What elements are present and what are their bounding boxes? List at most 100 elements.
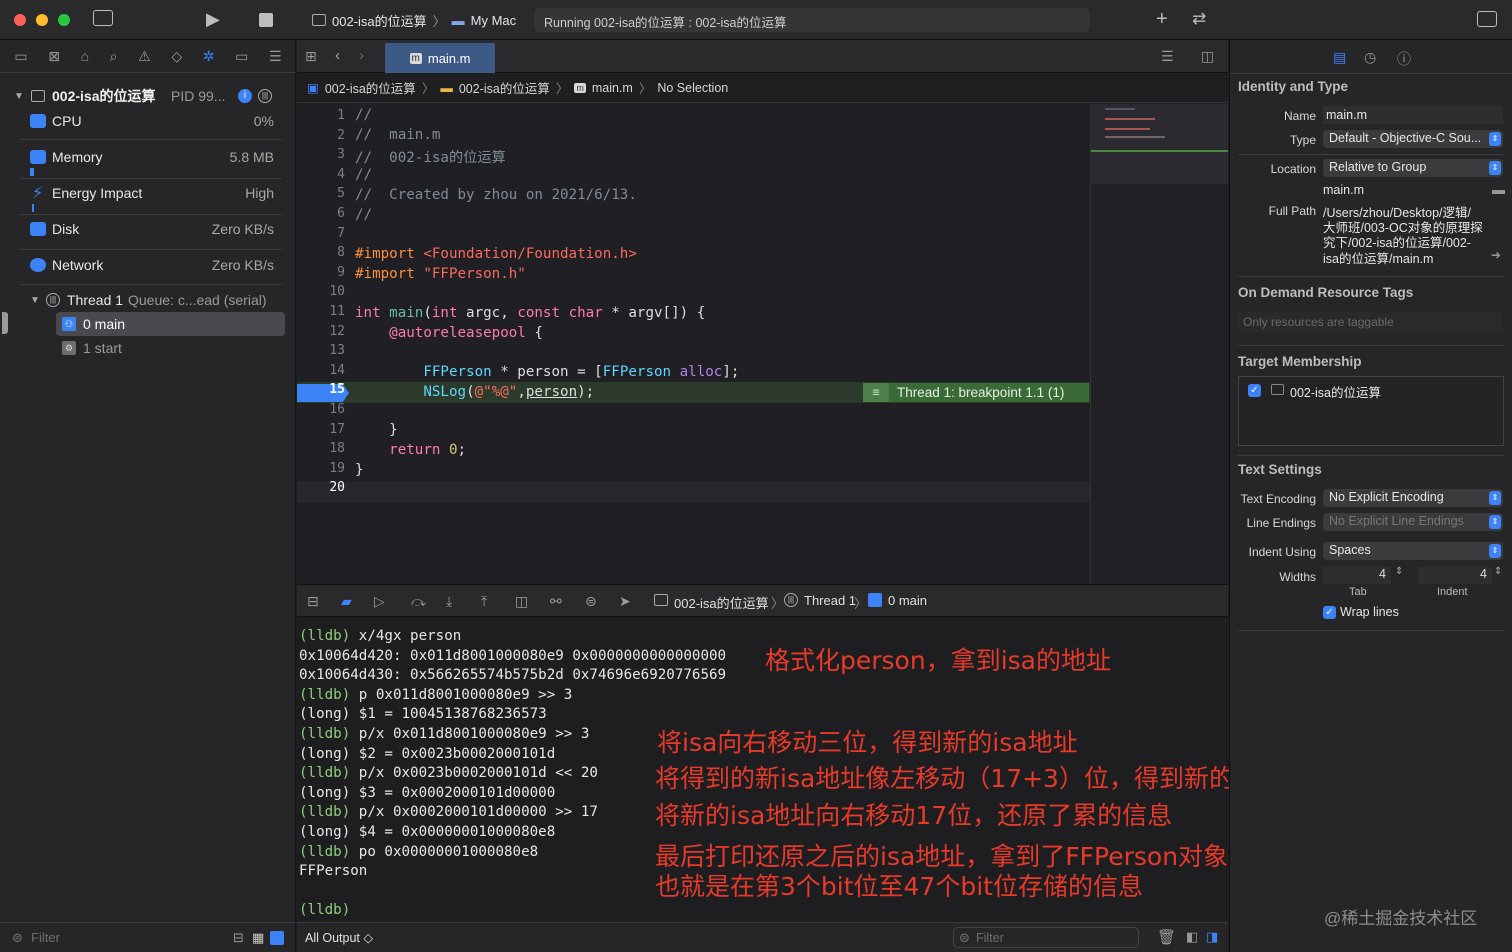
variables-view-icon[interactable]: ◧ — [1186, 929, 1198, 945]
line-number: 19 — [329, 460, 345, 476]
breadcrumb-file[interactable]: main.m — [592, 81, 633, 95]
hide-debug-area-icon[interactable]: ⊟ — [307, 593, 319, 610]
frame-row-main[interactable]: ⚇ 0 main — [56, 312, 285, 336]
code-line: NSLog(@"%@",person); — [423, 384, 595, 400]
line-number: 10 — [329, 284, 345, 300]
search-icon[interactable]: ⌕ — [110, 48, 118, 65]
source-editor[interactable]: 1 2 3 4 5 6 7 8 9 10 11 12 13 14 15 16 17 18 19 20 // // ma… — [297, 104, 1090, 584]
annotation-menu-icon[interactable]: ≡ — [863, 383, 889, 402]
tab-main-m[interactable]: m main.m — [385, 43, 495, 73]
debug-icon[interactable]: ✲ — [203, 48, 215, 65]
thread-stack-icon[interactable]: ||| — [258, 89, 272, 103]
type-popup[interactable]: Default - Objective-C Sou... ⇕ — [1323, 130, 1503, 148]
file-inspector-icon[interactable]: ▤ — [1333, 49, 1346, 66]
back-arrow-icon[interactable]: ‹ — [335, 47, 340, 64]
encoding-popup[interactable]: No Explicit Encoding ⇕ — [1323, 489, 1503, 507]
step-over-icon[interactable]: ⤼ — [411, 593, 426, 610]
app-icon — [312, 14, 326, 26]
breakpoint-icon[interactable]: ▭ — [235, 48, 248, 65]
console-view-icon[interactable]: ◨ — [1206, 929, 1218, 945]
editor-options-icon[interactable]: ☰ — [1161, 48, 1174, 65]
report-icon[interactable]: ☰ — [269, 48, 282, 65]
location-popup[interactable]: Relative to Group ⇕ — [1323, 159, 1503, 177]
code-review-icon[interactable]: ⇄ — [1192, 9, 1206, 29]
filter-option-icon[interactable] — [270, 931, 284, 945]
lineend-popup[interactable]: No Explicit Line Endings ⇕ — [1323, 513, 1503, 531]
step-out-icon[interactable]: ⤒ — [481, 593, 487, 610]
disclosure-open-icon[interactable]: ▼ — [30, 295, 40, 306]
debug-target[interactable]: 002-isa的位运算 — [674, 593, 769, 612]
line-number: 12 — [329, 323, 345, 339]
gauge-energy[interactable]: ⚡ Energy Impact High — [0, 181, 296, 205]
console-line: (lldb) p 0x011d8001000080e9 >> 3 — [299, 686, 573, 703]
indent-popup[interactable]: Spaces ⇕ — [1323, 542, 1503, 560]
output-select[interactable]: All Output ◇ — [305, 930, 373, 945]
breadcrumb-group[interactable]: 002-isa的位运算 — [459, 78, 550, 97]
gauge-disk[interactable]: Disk Zero KB/s — [0, 217, 296, 241]
warning-icon[interactable]: ⚠ — [138, 48, 151, 65]
test-icon[interactable]: ◇ — [171, 48, 182, 65]
trash-icon[interactable]: 🗑 — [1157, 928, 1176, 946]
gauge-memory[interactable]: Memory 5.8 MB — [0, 145, 296, 169]
line-number: 7 — [337, 225, 345, 241]
console-line: (lldb) — [299, 902, 359, 919]
debug-thread[interactable]: Thread 1 — [804, 593, 856, 608]
frame-row-start[interactable]: ⚙ 1 start — [0, 336, 296, 360]
close-window-button[interactable] — [14, 14, 26, 26]
minimap[interactable] — [1090, 104, 1228, 584]
cursor-line-highlight — [297, 482, 1090, 502]
view-hierarchy-icon[interactable]: ◫ — [515, 593, 528, 610]
wrap-lines-checkbox[interactable]: ✓ — [1323, 606, 1336, 619]
breadcrumb-project[interactable]: 002-isa的位运算 — [325, 78, 416, 97]
history-clock-icon[interactable]: ◷ — [1364, 49, 1376, 66]
info-icon[interactable]: i — [238, 89, 252, 103]
sidebar-toggle-icon[interactable] — [93, 10, 113, 26]
minimize-window-button[interactable] — [36, 14, 48, 26]
code-line: // main.m — [355, 127, 441, 143]
breadcrumb-selection[interactable]: No Selection — [657, 81, 728, 95]
split-editor-icon[interactable]: ◫ — [1201, 48, 1214, 65]
filter-option-icon[interactable]: ⊟ — [233, 930, 244, 946]
scheme-selector[interactable]: 002-isa的位运算 〉 ▬ My Mac — [312, 10, 516, 30]
folder-icon[interactable]: ▭ — [14, 48, 27, 65]
filter-option-icon[interactable]: ▦ — [252, 930, 264, 946]
console-line: (lldb) p/x 0x011d8001000080e9 >> 3 — [299, 726, 590, 742]
navigator-filter-input[interactable]: Filter — [31, 930, 60, 945]
gauge-cpu[interactable]: CPU 0% — [0, 109, 296, 133]
memory-graph-icon[interactable]: ⚯ — [550, 593, 562, 610]
process-row[interactable]: ▼ 002-isa的位运算 PID 99... i ||| — [0, 84, 296, 108]
forward-arrow-icon[interactable]: › — [359, 47, 364, 64]
indent-width-field[interactable]: 4 — [1418, 567, 1492, 584]
grid-icon[interactable]: ⊞ — [305, 48, 317, 65]
continue-icon[interactable]: ▷ — [374, 593, 385, 610]
add-library-icon[interactable]: + — [1156, 8, 1168, 31]
target-checkbox[interactable]: ✓ — [1248, 384, 1261, 397]
folder-icon[interactable]: ▬ — [1492, 182, 1505, 197]
symbol-icon[interactable]: ⌂ — [81, 48, 89, 64]
target-item-label: 002-isa的位运算 — [1290, 386, 1381, 400]
help-question-icon[interactable]: ⓘ — [1397, 49, 1411, 69]
source-control-icon[interactable]: ⊠ — [48, 48, 60, 65]
breakpoints-toggle-icon[interactable]: ▰ — [341, 593, 352, 610]
line-number: 15 — [329, 382, 345, 398]
reveal-arrow-icon[interactable]: ➜ — [1491, 248, 1501, 262]
stepper-icon[interactable]: ⇕ — [1494, 566, 1502, 577]
zoom-window-button[interactable] — [58, 14, 70, 26]
tab-width-field[interactable]: 4 — [1323, 567, 1391, 584]
console-filter-input[interactable]: ⊜ Filter — [953, 927, 1139, 948]
gauge-network[interactable]: Network Zero KB/s — [0, 253, 296, 277]
environment-icon[interactable]: ⊜ — [585, 593, 597, 610]
step-into-icon[interactable]: ⤓ — [446, 593, 452, 610]
minimap-viewport[interactable] — [1091, 104, 1228, 184]
location-icon[interactable]: ➤ — [619, 593, 631, 610]
disclosure-open-icon[interactable]: ▼ — [14, 91, 24, 102]
run-button[interactable]: ▶ — [206, 9, 220, 30]
thread-row[interactable]: ▼ ||| Thread 1 Queue: c...ead (serial) — [0, 288, 296, 312]
odr-tags-field[interactable]: Only resources are taggable — [1238, 312, 1502, 332]
console-line: 0x10064d430: 0x566265574b575b2d 0x74696e… — [299, 667, 727, 684]
stepper-icon[interactable]: ⇕ — [1395, 566, 1403, 577]
inspector-toggle-icon[interactable] — [1477, 11, 1497, 27]
name-field[interactable]: main.m — [1323, 106, 1503, 124]
debug-frame[interactable]: 0 main — [888, 593, 927, 608]
stop-button[interactable] — [259, 13, 273, 27]
